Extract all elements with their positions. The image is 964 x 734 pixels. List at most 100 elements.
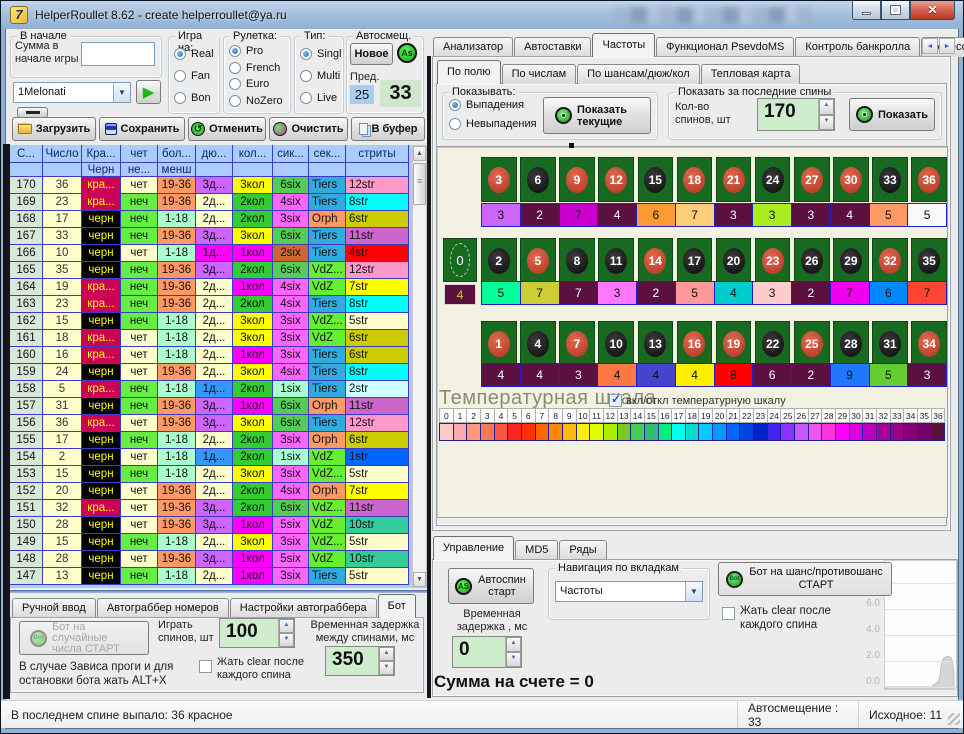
radio-live[interactable]: Live [300,92,341,104]
tab-main-4[interactable]: Контроль банкролла [795,37,920,57]
preset-combobox[interactable]: 1Melonati ▼ [13,82,131,103]
tabs-scroll-left-icon[interactable]: ◄ [922,38,938,54]
spin-down-icon[interactable]: ▼ [379,661,394,675]
tab-freq-0[interactable]: По полю [437,60,501,84]
radio-icon [300,48,312,60]
radio-0[interactable]: Выпадения [449,99,537,111]
scale-swatch [440,424,454,440]
table-cell: Orph [309,398,346,415]
minimize-button[interactable] [852,1,881,20]
tab-freq-2[interactable]: По шансам/дюж/кол [577,64,700,84]
close-button[interactable]: ✕ [910,1,955,20]
temperature-toggle-checkbox[interactable] [609,394,622,407]
tab-main-2[interactable]: Частоты [592,33,655,57]
scale-number: 21 [726,408,740,423]
roulette-pocket: 13 [644,331,666,357]
spins-count-spinner[interactable]: 100 ▲▼ [219,618,295,648]
radio-singl[interactable]: Singl [300,48,341,60]
combo-arrow-icon[interactable]: ▼ [685,582,702,601]
as-icon: AS [455,578,472,595]
save-button[interactable]: Сохранить [99,117,185,141]
board-number-cell: 26 [794,238,830,283]
table-row: 16419кра...неч19-362д...1кол4sixVdZ7str [10,279,412,296]
table-cell: 6six [273,415,309,432]
board-number-row: 369121518212427303336 [481,157,947,202]
frequency-count-cell: 5 [870,364,909,386]
chance-bot-button[interactable]: Bot Бот на шанс/противошанс СТАРТ [718,562,892,596]
as-icon-button[interactable]: As [397,43,417,63]
load-button[interactable]: Загрузить [12,117,96,141]
spin-count-spinner[interactable]: 170 ▲▼ [757,98,835,131]
tab-input-0[interactable]: Ручной ввод [12,598,96,618]
spin-down-icon[interactable]: ▼ [819,115,834,131]
scroll-thumb[interactable] [413,163,426,205]
scroll-up-icon[interactable]: ▲ [413,146,426,161]
chart-tick-label: 2.0 [854,650,880,661]
tab-main-3[interactable]: Функционал PsevdoMS [656,37,794,57]
radio-nozero[interactable]: NoZero [229,95,283,107]
spin-down-icon[interactable]: ▼ [279,633,294,647]
tab-freq-1[interactable]: По числам [502,64,577,84]
maximize-button[interactable] [881,1,910,20]
table-scrollbar[interactable]: ▲ ▼ [412,145,427,588]
spin-delay-spinner[interactable]: 350 ▲▼ [325,646,395,676]
tabs-scroll-right-icon[interactable]: ► [939,38,955,54]
spin-up-icon[interactable]: ▲ [379,647,394,661]
start-sum-input[interactable] [81,42,155,66]
tab-input-1[interactable]: Автограббер номеров [97,598,229,618]
scroll-down-icon[interactable]: ▼ [413,572,426,587]
tab-navigation-combobox[interactable]: Частоты ▼ [555,581,703,602]
scale-swatch [577,424,591,440]
show-button[interactable]: Показать [849,98,935,131]
tab-control-0[interactable]: Управление [433,536,514,560]
spin-up-icon[interactable]: ▲ [279,619,294,633]
radio-pro[interactable]: Pro [229,45,283,57]
tab-freq-3[interactable]: Тепловая карта [701,64,801,84]
random-bot-button[interactable]: Bot Бот на случайные числа СТАРТ [19,621,149,655]
radio-fan[interactable]: Fan [174,70,214,82]
autospin-start-button[interactable]: AS Автоспин старт [448,568,534,604]
table-cell: 28 [43,551,82,568]
delay-spinner[interactable]: 0 ▲▼ [452,636,522,668]
radio-bon[interactable]: Bon [174,92,214,104]
radio-multi[interactable]: Multi [300,70,341,82]
copy-to-buffer-button[interactable]: В буфер [351,117,425,141]
tab-main-1[interactable]: Автоставки [514,37,591,57]
tab-input-2[interactable]: Настройки автограббера [230,598,377,618]
tab-control-2[interactable]: Ряды [559,540,606,560]
tab-main-0[interactable]: Анализатор [433,37,513,57]
tab-control-1[interactable]: MD5 [515,540,558,560]
spin-up-icon[interactable]: ▲ [819,99,834,115]
clear-after-spin-checkbox[interactable] [199,660,212,673]
radio-euro[interactable]: Euro [229,78,283,90]
prev-value: 25 [350,85,374,104]
scale-number: 24 [767,408,781,423]
spin-up-icon[interactable]: ▲ [506,637,521,652]
show-current-button[interactable]: Показать текущие [543,97,651,134]
combo-arrow-icon[interactable]: ▼ [113,83,130,102]
board-number-row: 258111417202326293235 [481,238,947,283]
table-cell: 20 [43,483,82,500]
tab-input-3[interactable]: Бот [378,594,416,618]
board-number-cell: 16 [677,321,713,366]
table-cell: 3six [273,568,309,585]
play-button[interactable]: ▶ [136,80,161,104]
table-cell: 19-36 [158,194,196,211]
horizontal-splitter[interactable] [10,590,427,593]
undo-button[interactable]: ↺ Отменить [188,117,266,141]
clear-after-spin-checkbox[interactable] [722,607,735,620]
new-button[interactable]: Новое [350,43,393,65]
table-header-cell [309,163,346,177]
clear-button[interactable]: Очистить [269,117,348,141]
balance-chart [884,560,957,690]
resize-grip[interactable] [948,713,960,725]
radio-french[interactable]: French [229,62,283,74]
scale-number: 33 [890,408,904,423]
radio-real[interactable]: Real [174,48,214,60]
table-cell: 1six [273,449,309,466]
radio-1[interactable]: Невыпадения [449,118,537,130]
spin-down-icon[interactable]: ▼ [506,652,521,667]
roulette-pocket: 25 [801,331,823,357]
table-cell: 6six [273,228,309,245]
table-cell: черн [82,313,121,330]
